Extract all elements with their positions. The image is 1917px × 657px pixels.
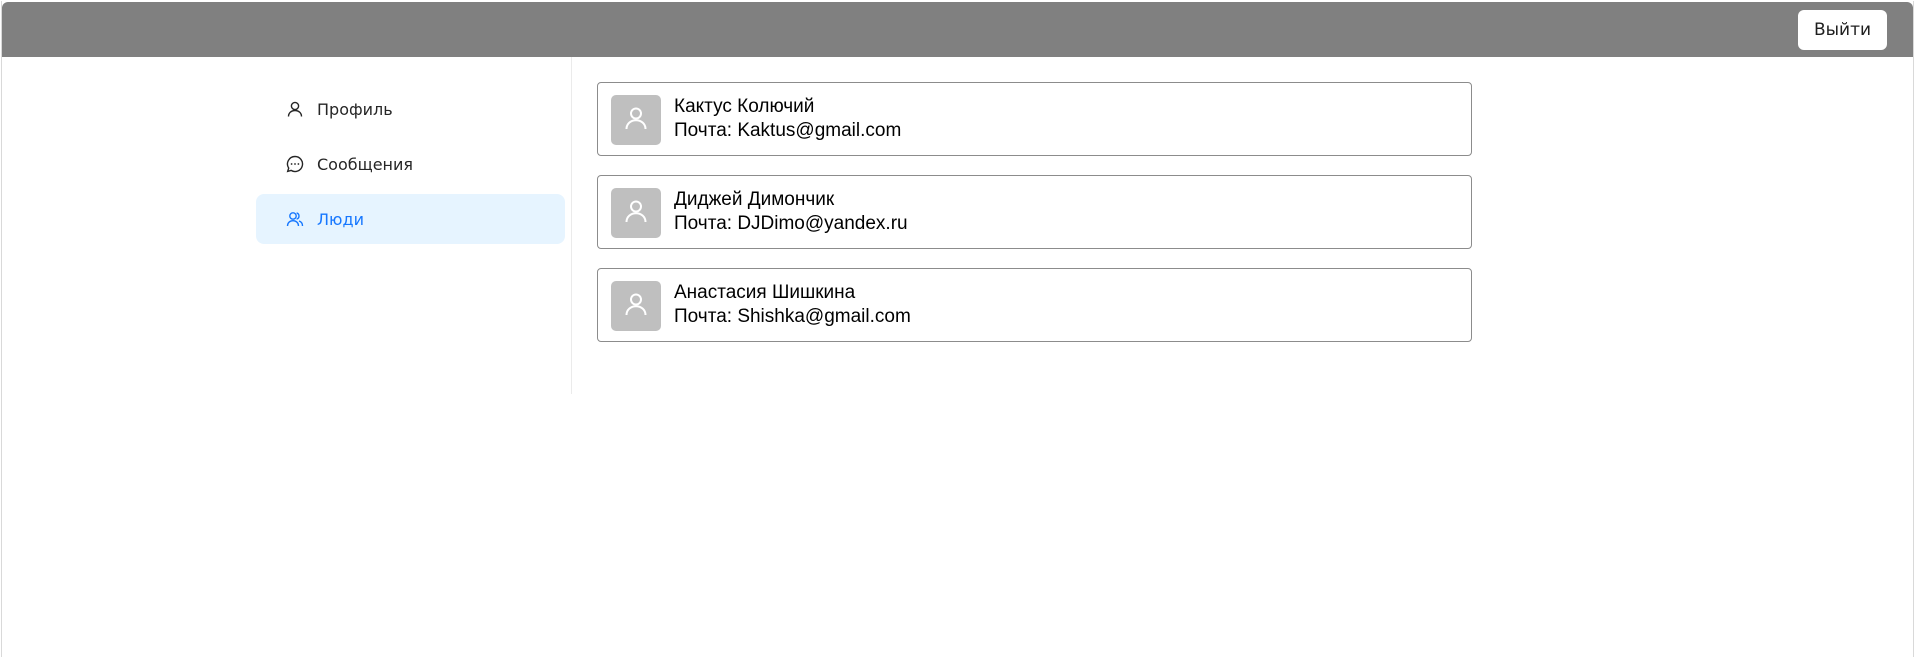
user-icon xyxy=(623,105,649,136)
sidebar-item-messages[interactable]: Сообщения xyxy=(256,139,565,189)
person-card[interactable]: Диджей Димончик Почта: DJDimo@yandex.ru xyxy=(597,175,1472,249)
people-list: Кактус Колючий Почта: Kaktus@gmail.com Д… xyxy=(597,82,1472,361)
sidebar-item-profile[interactable]: Профиль xyxy=(256,84,565,134)
person-card[interactable]: Анастасия Шишкина Почта: Shishka@gmail.c… xyxy=(597,268,1472,342)
person-name: Диджей Димончик xyxy=(674,189,835,210)
user-icon xyxy=(286,100,304,118)
avatar xyxy=(611,95,661,145)
avatar xyxy=(611,281,661,331)
sidebar-item-label: Люди xyxy=(317,209,364,229)
sidebar-item-people[interactable]: Люди xyxy=(256,194,565,244)
user-icon xyxy=(623,291,649,322)
sidebar-item-label: Сообщения xyxy=(317,154,414,174)
sidebar-divider xyxy=(571,57,572,394)
sidebar-menu: Профиль Сообщения Люди xyxy=(256,84,565,249)
person-name: Анастасия Шишкина xyxy=(674,282,856,303)
message-icon xyxy=(286,155,304,173)
person-name: Кактус Колючий xyxy=(674,96,815,117)
person-email: Почта: Shishka@gmail.com xyxy=(674,306,911,327)
user-icon xyxy=(623,198,649,229)
team-icon xyxy=(286,210,304,228)
person-email: Почта: DJDimo@yandex.ru xyxy=(674,213,908,234)
sidebar-item-label: Профиль xyxy=(317,99,393,119)
person-email: Почта: Kaktus@gmail.com xyxy=(674,120,902,141)
top-header: Выйти xyxy=(2,2,1913,57)
avatar xyxy=(611,188,661,238)
person-card[interactable]: Кактус Колючий Почта: Kaktus@gmail.com xyxy=(597,82,1472,156)
logout-button[interactable]: Выйти xyxy=(1798,10,1887,50)
